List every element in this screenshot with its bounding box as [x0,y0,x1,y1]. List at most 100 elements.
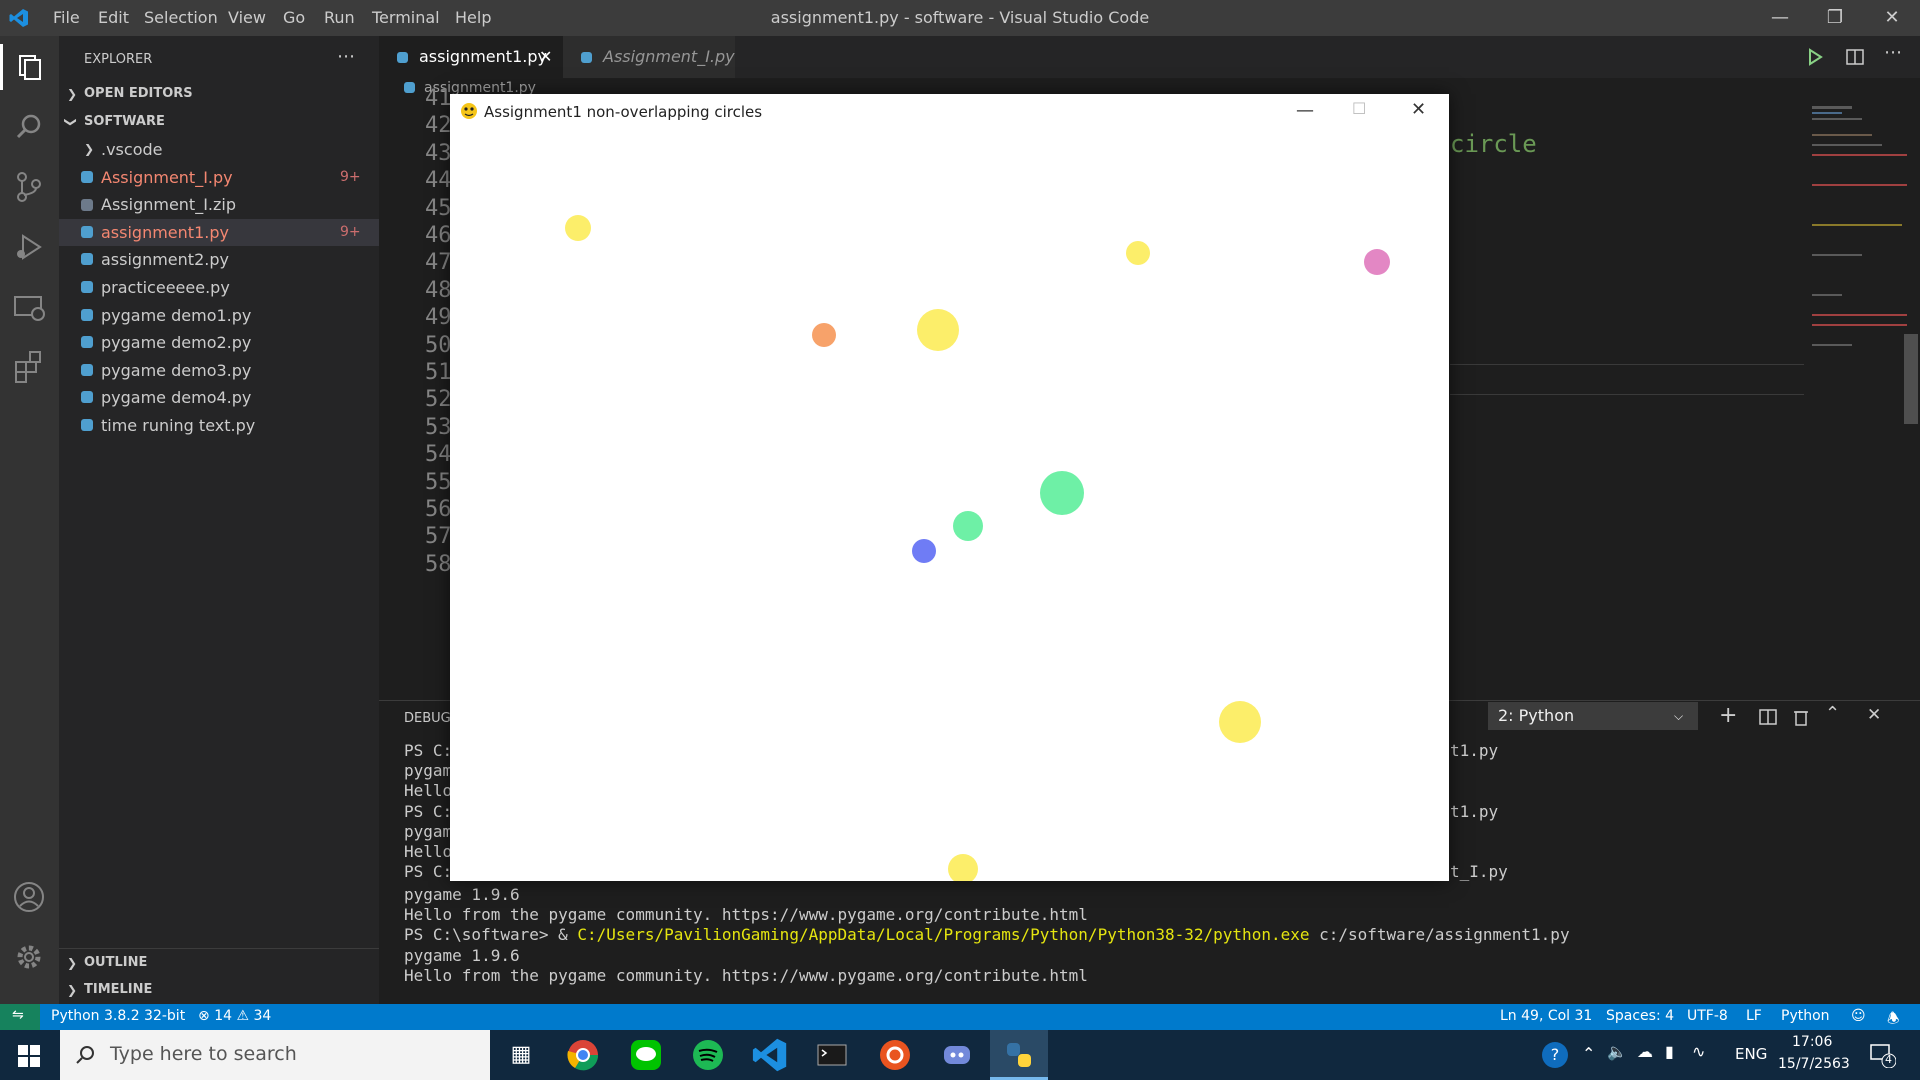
terminal-line: pygam [404,761,453,781]
cloud-icon[interactable]: ☁ [1637,1042,1653,1061]
tab-label: Assignment_I.py [603,47,735,66]
file-item[interactable]: time runing text.py [59,412,379,439]
ubuntu-icon[interactable] [877,1037,913,1073]
terminal-line-tail: t_I.py [1450,862,1508,882]
problems-indicator[interactable]: ⊗ 14 ⚠ 34 [198,1008,271,1024]
activity-bar [0,36,59,1004]
outline-label: OUTLINE [84,955,148,970]
explorer-icon[interactable] [8,46,50,88]
run-file-icon[interactable] [1806,48,1824,66]
minimize-button[interactable]: — [1296,100,1314,121]
trash-icon[interactable] [1793,708,1809,726]
account-icon[interactable] [8,876,50,918]
debug-console-tab[interactable]: DEBUG [404,711,451,726]
file-item[interactable]: Assignment_I.zip [59,191,379,218]
python-file-icon [81,336,93,349]
minimap[interactable] [1804,104,1907,700]
feedback-icon[interactable]: ☺ [1851,1008,1866,1024]
terminal-line: pygame 1.9.6 [404,885,520,904]
clock-time[interactable]: 17:06 [1792,1034,1832,1050]
settings-gear-icon[interactable] [8,936,50,978]
split-editor-icon[interactable] [1846,48,1864,66]
file-name: assignment1.py [101,222,229,242]
error-count: 14 [214,1008,233,1024]
chevron-right-icon: ❯ [67,956,78,970]
close-pygame-button[interactable]: ✕ [1411,99,1426,120]
split-terminal-icon[interactable] [1759,708,1777,726]
input-language[interactable]: ENG [1735,1045,1767,1063]
problem-badge: 9+ [340,223,361,240]
language-mode[interactable]: Python [1781,1008,1830,1024]
maximize-panel-icon[interactable]: ⌃ [1825,703,1840,724]
restore-button[interactable]: ❐ [1815,4,1855,32]
outline-section[interactable]: ❯ OUTLINE [59,949,379,977]
spotify-icon[interactable] [690,1037,726,1073]
tab-assignment1[interactable]: assignment1.py ✕ [379,36,563,78]
circle [1126,241,1150,265]
file-item[interactable]: ❯ .vscode [59,136,379,163]
help-icon[interactable]: ? [1542,1042,1568,1068]
file-name: pygame demo2.py [101,333,252,353]
more-actions-icon[interactable]: ⋯ [337,46,355,67]
encoding[interactable]: UTF-8 [1687,1008,1728,1024]
file-name: time runing text.py [101,416,256,435]
file-item[interactable]: Assignment_I.py 9+ [59,164,379,191]
pygame-title-bar[interactable]: Assignment1 non-overlapping circles — ☐ … [450,94,1449,130]
task-view-icon[interactable]: ▦ [503,1037,539,1073]
terminal-select-value: 2: Python [1498,706,1575,725]
maximize-button[interactable]: ☐ [1352,99,1366,118]
file-item[interactable]: assignment2.py [59,246,379,273]
search-icon[interactable] [8,106,50,148]
pygame-canvas[interactable] [450,130,1449,881]
new-terminal-icon[interactable]: + [1719,703,1737,728]
minimize-button[interactable]: — [1760,4,1800,32]
notifications-bell-icon[interactable]: 🕭 [1887,1008,1900,1032]
clock-date[interactable]: 15/7/2563 [1778,1056,1850,1072]
battery-icon[interactable]: ▮ [1665,1042,1674,1061]
file-item[interactable]: practiceeeee.py [59,274,379,301]
file-item[interactable]: assignment1.py 9+ [59,218,379,246]
discord-icon[interactable] [939,1037,975,1073]
wifi-icon[interactable]: ∿ [1692,1042,1705,1061]
cursor-position[interactable]: Ln 49, Col 31 [1500,1008,1592,1024]
terminal-select[interactable]: 2: Python ⌵ [1488,702,1698,730]
taskbar-search-box[interactable]: Type here to search [60,1030,490,1080]
remote-explorer-icon[interactable] [8,286,50,328]
close-tab-icon[interactable]: ✕ [539,36,552,78]
pygame-taskbar-button[interactable] [990,1030,1048,1080]
file-item[interactable]: pygame demo1.py [59,302,379,329]
python-interpreter[interactable]: Python 3.8.2 32-bit [51,1008,185,1024]
windows-start-icon[interactable] [18,1045,40,1067]
timeline-section[interactable]: ❯ TIMELINE [59,976,379,1004]
run-debug-icon[interactable] [8,226,50,268]
close-panel-icon[interactable]: ✕ [1867,705,1881,725]
source-control-icon[interactable] [8,166,50,208]
file-name: pygame demo3.py [101,360,252,380]
chevron-up-icon[interactable]: ⌃ [1582,1044,1595,1063]
volume-icon[interactable]: 🔈 [1607,1042,1627,1061]
indentation[interactable]: Spaces: 4 [1606,1008,1674,1024]
vscode-taskbar-icon[interactable] [752,1037,788,1073]
file-item[interactable]: pygame demo2.py [59,329,379,356]
active-indicator [0,44,3,90]
more-actions-icon[interactable]: ⋯ [1884,42,1902,63]
chrome-icon[interactable] [565,1037,601,1073]
folder-label: SOFTWARE [84,114,165,129]
file-name: pygame demo1.py [101,305,252,325]
extensions-icon[interactable] [8,346,50,388]
explorer-header: EXPLORER [84,52,153,67]
terminal-app-icon[interactable] [814,1037,850,1073]
line-app-icon[interactable] [628,1037,664,1073]
folder-section[interactable]: ❯ SOFTWARE [59,108,379,136]
line-ending[interactable]: LF [1746,1008,1762,1024]
file-item[interactable]: pygame demo4.py [59,384,379,411]
editor-scrollbar[interactable] [1904,334,1918,424]
close-window-button[interactable]: ✕ [1872,4,1912,32]
action-center-icon[interactable]: 4 [1868,1040,1897,1069]
file-item[interactable]: pygame demo3.py [59,357,379,384]
tab-assignment-i[interactable]: Assignment_I.py [563,36,735,78]
windows-taskbar: Type here to search ▦ ? ⌃ 🔈 ☁ ▮ ∿ ENG 17… [0,1030,1920,1080]
remote-indicator[interactable]: ⇋ [0,1004,40,1030]
file-name: Assignment_I.py [101,167,233,187]
open-editors-section[interactable]: ❯ OPEN EDITORS [59,80,379,108]
